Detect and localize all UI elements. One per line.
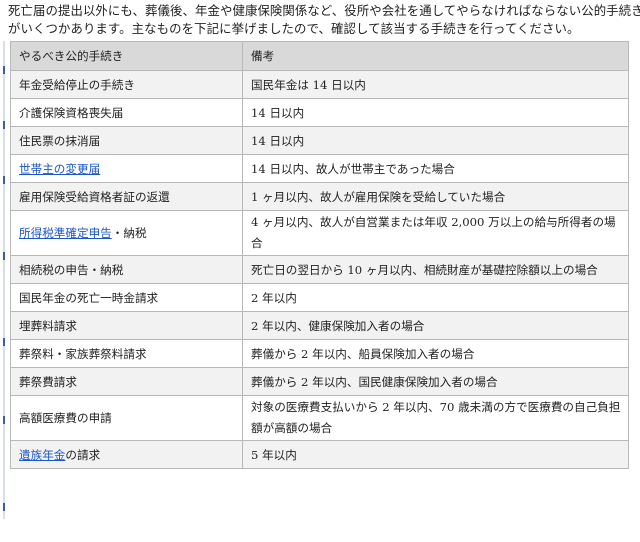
- procedure-cell: 所得税準確定申告・納税: [10, 210, 243, 256]
- procedure-cell: 世帯主の変更届: [10, 154, 243, 183]
- header-procedure: やるべき公的手続き: [10, 41, 243, 71]
- table-row: 高額医療費の申請 対象の医療費支払いから 2 年以内、70 歳未満の方で医療費の…: [10, 395, 629, 441]
- table-row: 所得税準確定申告・納税 4 ヶ月以内、故人が自営業または年収 2,000 万以上…: [10, 210, 629, 256]
- procedure-cell: 埋葬料請求: [10, 311, 243, 340]
- left-margin-marker: [3, 176, 5, 184]
- note-cell: 14 日以内: [242, 98, 629, 127]
- left-margin-marker: [3, 121, 5, 129]
- note-cell: 葬儀から 2 年以内、船員保険加入者の場合: [242, 339, 629, 368]
- table-row: 埋葬料請求 2 年以内、健康保険加入者の場合: [10, 311, 629, 340]
- table-row: 相続税の申告・納税 死亡日の翌日から 10 ヶ月以内、相続財産が基礎控除額以上の…: [10, 255, 629, 284]
- intro-line-1: 死亡届の提出以外にも、葬儀後、年金や健康保険関係など、役所や会社を通してやらなけ…: [8, 3, 640, 18]
- left-margin-marker: [3, 416, 5, 424]
- table-row: 雇用保険受給資格者証の返還 1 ヶ月以内、故人が雇用保険を受給していた場合: [10, 182, 629, 211]
- table-row: 年金受給停止の手続き 国民年金は 14 日以内: [10, 70, 629, 99]
- income-tax-return-link[interactable]: 所得税準確定申告: [19, 226, 112, 240]
- procedure-cell: 住民票の抹消届: [10, 126, 243, 155]
- procedure-cell: 年金受給停止の手続き: [10, 70, 243, 99]
- procedure-cell: 相続税の申告・納税: [10, 255, 243, 284]
- survivor-pension-link[interactable]: 遺族年金: [19, 448, 65, 462]
- left-margin-marker: [3, 66, 5, 74]
- procedure-cell: 雇用保険受給資格者証の返還: [10, 182, 243, 211]
- table-row: 国民年金の死亡一時金請求 2 年以内: [10, 283, 629, 312]
- note-cell: 2 年以内、健康保険加入者の場合: [242, 311, 629, 340]
- procedure-suffix: ・納税: [111, 226, 147, 240]
- note-cell: 国民年金は 14 日以内: [242, 70, 629, 99]
- left-margin-marker: [3, 338, 5, 346]
- note-cell: 4 ヶ月以内、故人が自営業または年収 2,000 万以上の給与所得者の場合: [242, 210, 629, 256]
- left-margin-marker: [3, 252, 5, 260]
- note-cell: 対象の医療費支払いから 2 年以内、70 歳未満の方で医療費の自己負担額が高額の…: [242, 395, 629, 441]
- note-cell: 2 年以内: [242, 283, 629, 312]
- intro-line-2: がいくつかあります。主なものを下記に挙げましたので、確認して該当する手続きを行っ…: [8, 21, 580, 36]
- householder-change-link[interactable]: 世帯主の変更届: [19, 162, 100, 176]
- note-cell: 死亡日の翌日から 10 ヶ月以内、相続財産が基礎控除額以上の場合: [242, 255, 629, 284]
- procedure-cell: 介護保険資格喪失届: [10, 98, 243, 127]
- procedure-cell: 葬祭費請求: [10, 367, 243, 396]
- procedure-suffix: の請求: [65, 447, 101, 462]
- procedure-cell: 高額医療費の申請: [10, 395, 243, 441]
- table-row: 遺族年金の請求 5 年以内: [10, 440, 629, 469]
- procedure-cell: 葬祭料・家族葬祭料請求: [10, 339, 243, 368]
- note-cell: 葬儀から 2 年以内、国民健康保険加入者の場合: [242, 367, 629, 396]
- note-cell: 1 ヶ月以内、故人が雇用保険を受給していた場合: [242, 182, 629, 211]
- intro-paragraph: 死亡届の提出以外にも、葬儀後、年金や健康保険関係など、役所や会社を通してやらなけ…: [8, 2, 640, 38]
- table-row: 葬祭料・家族葬祭料請求 葬儀から 2 年以内、船員保険加入者の場合: [10, 339, 629, 368]
- note-cell: 14 日以内: [242, 126, 629, 155]
- procedures-table: やるべき公的手続き 備考 年金受給停止の手続き 国民年金は 14 日以内 介護保…: [10, 41, 629, 469]
- procedure-cell: 国民年金の死亡一時金請求: [10, 283, 243, 312]
- left-margin-rule: [3, 41, 5, 519]
- table-header-row: やるべき公的手続き 備考: [10, 41, 629, 71]
- table-row: 葬祭費請求 葬儀から 2 年以内、国民健康保険加入者の場合: [10, 367, 629, 396]
- procedure-cell: 遺族年金の請求: [10, 440, 243, 469]
- table-row: 住民票の抹消届 14 日以内: [10, 126, 629, 155]
- note-cell: 5 年以内: [242, 440, 629, 469]
- left-margin-marker: [3, 503, 5, 511]
- table-row: 介護保険資格喪失届 14 日以内: [10, 98, 629, 127]
- header-notes: 備考: [242, 41, 629, 71]
- table-row: 世帯主の変更届 14 日以内、故人が世帯主であった場合: [10, 154, 629, 183]
- note-cell: 14 日以内、故人が世帯主であった場合: [242, 154, 629, 183]
